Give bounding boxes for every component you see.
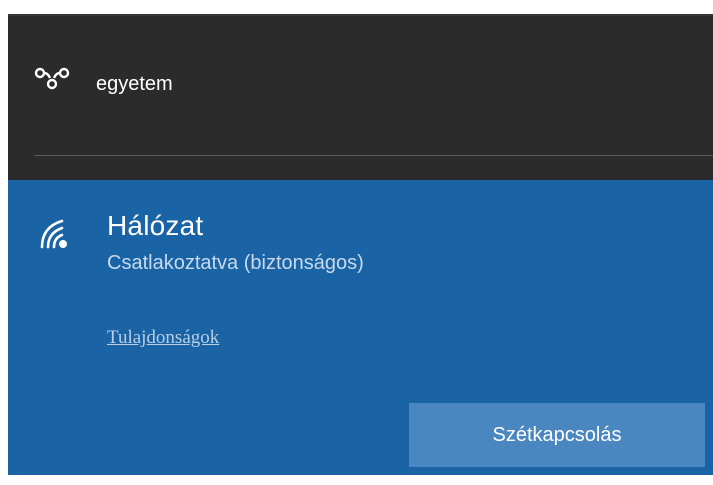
disconnect-button[interactable]: Szétkapcsolás xyxy=(409,403,705,467)
vpn-connection-item[interactable]: egyetem xyxy=(8,14,713,166)
vpn-name: egyetem xyxy=(96,73,173,95)
network-flyout: egyetem Hálózat Csatlakoztatva (biztonsá… xyxy=(8,14,713,475)
wifi-connection-status: Csatlakoztatva (biztonságos) xyxy=(107,252,364,274)
divider xyxy=(34,155,713,156)
wifi-connection-item[interactable]: Hálózat Csatlakoztatva (biztonságos) Tul… xyxy=(8,180,713,475)
properties-link[interactable]: Tulajdonságok xyxy=(107,327,219,349)
wifi-signal-icon xyxy=(38,217,72,251)
wifi-network-name: Hálózat xyxy=(107,210,204,241)
vpn-link-icon xyxy=(34,66,72,90)
